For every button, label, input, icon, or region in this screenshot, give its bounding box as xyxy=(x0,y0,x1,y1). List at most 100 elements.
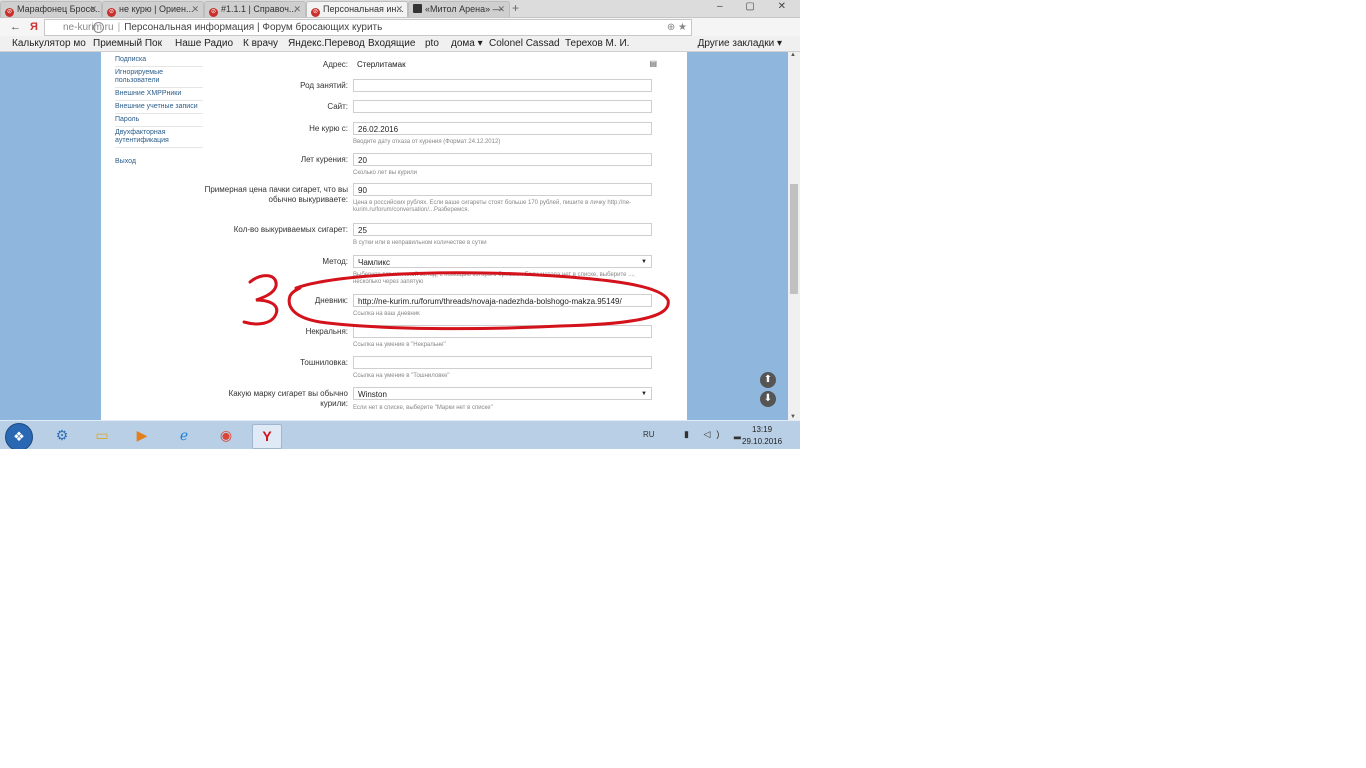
method-select[interactable]: Чамликс xyxy=(353,255,652,268)
tab-label: не курю | Ориен... xyxy=(119,4,194,14)
website-label: Сайт: xyxy=(327,102,348,111)
diary-hint: Ссылка на ваш дневник xyxy=(353,311,420,317)
site-favicon-icon: ⊘ xyxy=(311,8,320,17)
scroll-up-arrow-icon[interactable]: ▲ xyxy=(790,52,796,58)
reload-icon[interactable] xyxy=(93,22,104,33)
sidebar-item-logout[interactable]: Выход xyxy=(115,156,203,168)
url-host: ne-kurim.ru xyxy=(63,22,114,33)
brand-label: Какую марку сигарет вы обычно курили: xyxy=(228,389,348,408)
close-tab-icon[interactable]: ✕ xyxy=(191,2,199,17)
sidebar-item-ignored-users[interactable]: Игнорируемые пользователи xyxy=(115,67,203,88)
method-hint: Выберите тот или иной метод, с помощью к… xyxy=(353,272,635,285)
close-tab-icon[interactable]: ✕ xyxy=(89,2,97,17)
tab-mitol-arena[interactable]: «Митол Арена» — ✕ xyxy=(408,1,510,17)
tab-spravochnik[interactable]: ⊘ #1.1.1 | Справоч... ✕ xyxy=(204,1,306,17)
tab-label: Персональная ин... xyxy=(323,4,404,14)
bookmark-item[interactable]: Калькулятор мо xyxy=(12,36,86,51)
toshnilovka-label: Тошниловка: xyxy=(300,358,348,367)
sidebar-item-password[interactable]: Пароль xyxy=(115,114,203,127)
screen: ⊘ Марафонец Бросо... ✕ ⊘ не курю | Ориен...… xyxy=(0,0,800,449)
bookmark-item[interactable]: Наше Радио xyxy=(175,36,233,51)
tab-personal-info[interactable]: ⊘ Персональная ин... ✕ xyxy=(306,1,408,17)
tab-marafonets[interactable]: ⊘ Марафонец Бросо... ✕ xyxy=(0,1,102,17)
windows-taskbar: ❖ ⚙ ▭ ▶ ℯ ◉ Y RU ▮ ◁) ▂ 13:19 29.10.2016 xyxy=(0,420,800,449)
sidebar-menu: Подписка Игнорируемые пользователи Внешн… xyxy=(115,54,203,168)
quit-date-input[interactable]: 26.02.2016 xyxy=(353,122,652,135)
close-tab-icon[interactable]: ✕ xyxy=(395,2,403,17)
internet-explorer-icon[interactable]: ℯ xyxy=(170,424,198,447)
brand-select[interactable]: Winston xyxy=(353,387,652,400)
quit-date-label: Не курю с: xyxy=(309,124,348,133)
tab-label: «Митол Арена» — xyxy=(425,4,502,14)
bookmark-item[interactable]: Приемный Пок xyxy=(93,36,162,51)
chrome-icon[interactable]: ◉ xyxy=(212,424,240,447)
diary-label: Дневник: xyxy=(314,296,348,305)
control-panel-icon[interactable]: ⚙ xyxy=(48,424,76,447)
method-label: Метод: xyxy=(322,257,348,266)
new-tab-button[interactable]: + xyxy=(512,1,519,15)
sidebar-item-external-accounts[interactable]: Внешние учетные записи xyxy=(115,101,203,114)
occupation-label: Род занятий: xyxy=(300,81,348,90)
website-input[interactable] xyxy=(353,100,652,113)
diary-input[interactable]: http://ne-kurim.ru/forum/threads/novaja-… xyxy=(353,294,652,307)
pack-price-input[interactable]: 90 xyxy=(353,183,652,196)
quit-date-hint: Вводите дату отказа от курения (Формат 2… xyxy=(353,139,501,145)
toshnilovka-input[interactable] xyxy=(353,356,652,369)
clock-date[interactable]: 29.10.2016 xyxy=(742,437,782,446)
card-icon[interactable]: ▤ xyxy=(649,59,657,68)
bookmark-item[interactable]: pto xyxy=(425,36,439,51)
language-indicator[interactable]: RU xyxy=(643,430,655,439)
bookmark-item[interactable]: Терехов М. И. xyxy=(565,36,629,51)
site-favicon-icon: ⊘ xyxy=(5,8,14,17)
bookmark-star-icon[interactable]: ⊕ ★ xyxy=(667,20,687,35)
other-bookmarks[interactable]: Другие закладки ▾ xyxy=(698,36,782,51)
address-value[interactable]: Стерлитамак xyxy=(353,58,652,71)
pack-price-label: Примерная цена пачки сигарет, что вы обы… xyxy=(204,185,348,204)
bookmark-item[interactable]: Яндекс.Перевод xyxy=(288,36,365,51)
nekralny-hint: Ссылка на умение в "Некральне" xyxy=(353,342,446,348)
years-smoked-hint: Сколько лет вы курили xyxy=(353,170,417,176)
scroll-to-bottom-icon[interactable]: ⬇ xyxy=(760,391,776,407)
tab-strip: ⊘ Марафонец Бросо... ✕ ⊘ не курю | Ориен...… xyxy=(0,0,800,18)
site-favicon-icon xyxy=(413,4,422,13)
nekralny-input[interactable] xyxy=(353,325,652,338)
years-smoked-label: Лет курения: xyxy=(300,155,348,164)
bookmark-item[interactable]: К врачу xyxy=(243,36,278,51)
tab-ne-kuryu[interactable]: ⊘ не курю | Ориен... ✕ xyxy=(102,1,204,17)
cigs-per-day-hint: В сутки или в неправильном количестве в … xyxy=(353,240,487,246)
navigation-bar: ← Я ne-kurim.ru | Персональная информация … xyxy=(0,18,800,51)
bookmark-item[interactable]: Colonel Cassad xyxy=(489,36,560,51)
nekralny-label: Некральня: xyxy=(305,327,348,336)
bookmark-item[interactable]: дома ▾ xyxy=(451,36,483,51)
bookmarks-bar: Калькулятор мо Приемный Пок Наше Радио К… xyxy=(0,36,800,52)
brand-hint: Если нет в списке, выберите "Марки нет в… xyxy=(353,405,493,411)
start-button[interactable]: ❖ xyxy=(5,423,33,449)
occupation-input[interactable] xyxy=(353,79,652,92)
file-explorer-icon[interactable]: ▭ xyxy=(88,424,116,447)
page-scrollbar[interactable]: ▲ ▼ xyxy=(788,52,800,420)
clock-time[interactable]: 13:19 xyxy=(752,425,772,434)
back-arrow-icon[interactable]: ← xyxy=(10,19,21,35)
cigs-per-day-label: Кол-во выкуриваемых сигарет: xyxy=(233,225,348,234)
pack-price-hint: Цена в российских рублях. Если ваше сига… xyxy=(353,200,632,213)
years-smoked-input[interactable]: 20 xyxy=(353,153,652,166)
system-tray-icons[interactable]: ▮ ◁) ▂ xyxy=(684,429,747,440)
site-favicon-icon: ⊘ xyxy=(209,8,218,17)
scroll-to-top-icon[interactable]: ⬆ xyxy=(760,372,776,388)
scroll-thumb[interactable] xyxy=(790,184,798,294)
url-title: Персональная информация | Форум бросающи… xyxy=(124,22,383,33)
address-bar[interactable]: ne-kurim.ru | Персональная информация | Фо… xyxy=(44,19,692,36)
window-controls[interactable]: – ▢ ✕ xyxy=(717,0,796,14)
toshnilovka-hint: Ссылка на умение в "Тошниловке" xyxy=(353,373,450,379)
yandex-logo-icon[interactable]: Я xyxy=(30,19,38,35)
sidebar-item-xmpp[interactable]: Внешние XMPPники xyxy=(115,88,203,101)
page-content: Подписка Игнорируемые пользователи Внешн… xyxy=(101,52,687,421)
close-tab-icon[interactable]: ✕ xyxy=(497,2,505,17)
sidebar-item-subscription[interactable]: Подписка xyxy=(115,54,203,67)
yandex-browser-icon[interactable]: Y xyxy=(252,424,282,449)
media-player-icon[interactable]: ▶ xyxy=(128,424,156,447)
bookmark-item[interactable]: Входящие xyxy=(368,36,415,51)
cigs-per-day-input[interactable]: 25 xyxy=(353,223,652,236)
close-tab-icon[interactable]: ✕ xyxy=(293,2,301,17)
sidebar-item-two-factor[interactable]: Двухфакторная аутентификация xyxy=(115,127,203,148)
